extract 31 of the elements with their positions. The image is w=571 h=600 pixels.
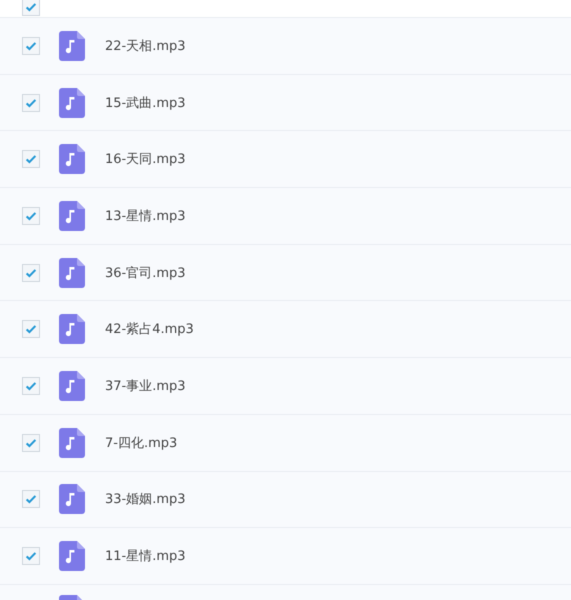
- checkbox[interactable]: [22, 320, 40, 338]
- checkbox[interactable]: [22, 36, 40, 55]
- checkbox[interactable]: [22, 206, 40, 225]
- audio-file-icon: [59, 541, 85, 572]
- file-name[interactable]: 13-星情.mp3: [105, 206, 186, 225]
- file-name[interactable]: 22-天相.mp3: [105, 36, 186, 55]
- file-name[interactable]: 37-事业.mp3: [105, 376, 186, 395]
- file-name[interactable]: 7-四化.mp3: [105, 434, 178, 452]
- audio-file-icon: [59, 200, 85, 231]
- checkbox[interactable]: [22, 376, 40, 395]
- file-name[interactable]: 36-官司.mp3: [105, 264, 186, 282]
- checkbox[interactable]: [22, 490, 40, 508]
- checkbox[interactable]: [22, 94, 40, 112]
- file-name[interactable]: 33-婚姻.mp3: [105, 490, 186, 508]
- audio-file-icon: [59, 428, 85, 458]
- checkbox[interactable]: [22, 150, 40, 168]
- audio-file-icon: [59, 144, 85, 174]
- audio-file-icon: [59, 370, 85, 401]
- checkbox[interactable]: [22, 547, 40, 566]
- checkbox[interactable]: [22, 434, 40, 452]
- audio-file-icon: [59, 88, 85, 118]
- file-name[interactable]: 42-紫占4.mp3: [105, 320, 194, 338]
- audio-file-icon: [59, 30, 85, 61]
- file-name[interactable]: 11-星情.mp3: [105, 547, 186, 566]
- checkbox[interactable]: [22, 0, 40, 16]
- audio-file-icon: [59, 314, 85, 344]
- checkbox[interactable]: [22, 264, 40, 282]
- file-name[interactable]: 16-天同.mp3: [105, 150, 186, 168]
- file-name[interactable]: 15-武曲.mp3: [105, 94, 186, 112]
- audio-file-icon: [59, 258, 85, 288]
- audio-file-icon: [59, 484, 85, 514]
